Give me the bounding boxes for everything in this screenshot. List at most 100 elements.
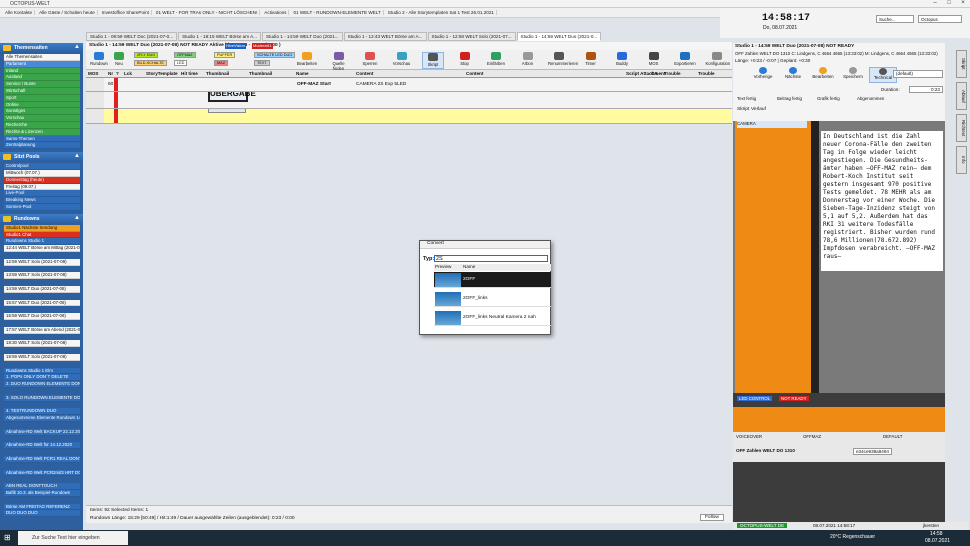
column-header-14[interactable]: Trouble [698,71,715,76]
toolbar-timer-button[interactable]: Timer [580,52,602,69]
nav-item[interactable]: 15:57 WELT Duo (2021-07-08) [4,299,80,307]
nav-item[interactable]: Live-Pool [4,190,80,198]
bookmark-4[interactable]: Activations [262,10,290,15]
column-header-5[interactable]: Hit time [181,71,198,76]
tab-2[interactable]: Studio 1 - 14:59 WELT Duo (2021... [261,32,343,41]
bookmark-1[interactable]: Alle Gäste / Schalten heute [37,10,98,15]
weather-widget[interactable]: 20°C Regenschauer [830,534,875,540]
tab-4[interactable]: Studio 1 - 12:58 WELT Solo (2021-07... [427,32,516,41]
toolbar-exportieren-button[interactable]: Exportieren [674,52,696,69]
nav-item[interactable]: 12:44 WELT Börse am Mittag (2021-07-08) [4,245,80,252]
chevron-up-icon[interactable]: ▲ [74,153,80,159]
vorherige-button[interactable]: Vorherige [749,67,777,83]
toolbar-neu-button[interactable]: Neu [108,52,130,69]
nav-item[interactable]: Rundowns Studio 1 Elm [4,367,80,375]
maximize-icon[interactable]: □ [942,0,956,6]
column-header-4[interactable]: StoryTemplate [146,71,178,76]
nav-item[interactable]: Abnahme-RD Welt PCR2mit3 HRT DONTTOUCH [4,469,80,477]
side-tab-skript[interactable]: Skript [956,50,967,78]
toolbar-mos-button[interactable]: MOS [643,52,665,69]
nav-item[interactable]: 4. TESTRUNDOWN DUO [4,408,80,416]
nav-item[interactable]: Service / Bunte [4,81,80,88]
column-header-11[interactable]: Script Attachment [626,71,665,76]
nav-item[interactable]: ABN REAL DONTTOUCH [4,483,80,490]
bookmark-5[interactable]: 01 WELT - RUNDOWN-ELEMENTE WELT [291,10,384,15]
flag-6[interactable]: MAZ [214,60,229,66]
bookmark-2[interactable]: Investoffice SharePoint [100,10,152,15]
flag-5[interactable]: LED [174,60,188,66]
column-header-13[interactable]: Trouble [664,71,681,76]
convert-option[interactable]: 2OFF_links [434,291,551,307]
column-header-7[interactable]: Thumbnail [249,71,272,76]
column-header-8[interactable]: Name [296,71,309,76]
nav-item[interactable]: Bafilt 10.3. als Beispiel-Rundown [4,490,80,497]
toolbar-konfiguration-button[interactable]: Konfiguration [706,52,730,69]
column-header-0[interactable]: MOS [88,71,98,76]
nav-item[interactable]: Wirtschaft [4,88,80,95]
nav-item[interactable]: 1. POPs ONLY DON´T DELETE [4,374,80,382]
taskbar-search-input[interactable]: Zur Suche Text hier eingeben [18,531,128,545]
history-tab[interactable]: Verlauf [751,107,766,112]
nav-item[interactable]: 14:59 WELT Duo (2021-07-08) [4,286,80,293]
nav-item[interactable]: Rechte & Lizenzen [4,128,80,136]
script-text[interactable]: In Deutschland ist die Zahl neuer Corona… [821,131,943,271]
flag-3[interactable]: SCHALTE LED DUO [254,52,296,58]
nav-item[interactable]: 12:59 WELT Solo (2021-07-08) [4,258,80,266]
nav-item[interactable]: 16:59 WELT Duo (2021-07-08) [4,313,80,320]
convert-option[interactable]: 2OFF_links Neutral Kamera 2 nah [434,310,551,326]
nav-item[interactable]: Inland [4,67,80,75]
user-select[interactable]: Octopus [918,15,962,23]
nav-item[interactable]: Sams-Themen [4,135,80,143]
nav-item[interactable]: Online [4,101,80,109]
side-tab-richtext[interactable]: Richtext [956,114,967,142]
flag-1[interactable]: OFFMAZ [174,52,196,58]
chevron-up-icon[interactable]: ▲ [74,44,80,50]
tab-3[interactable]: Studio 1 - 12:43 WELT Börse am A... [343,32,427,41]
toolbar-stop-button[interactable]: Stop [454,52,476,69]
nav-item[interactable]: Abnahme-RD Welt für 14.12.2020 [4,442,80,450]
nav-item[interactable]: Parlament [4,60,80,68]
duration-field[interactable]: 0:23 [909,86,943,93]
tab-1[interactable]: Studio 1 - 18:15 WELT Börse am A... [178,32,261,41]
tab-5[interactable]: Studio 1 - 14:59 WELT Duo (2021-0... [516,32,602,41]
nav-item[interactable]: Abgesommene Elemente Rundown 14.01. [4,415,80,422]
nächste-button[interactable]: Nächste [779,67,807,83]
nav-item[interactable]: Zentralplanung [4,142,80,150]
flag-2[interactable]: PUFFER [214,52,236,58]
nav-item[interactable]: Rundowns Studio 1 [4,238,80,246]
nav-item[interactable]: Alle Themensaiten [4,54,80,61]
toolbar-sperren-button[interactable]: Sperren [359,52,381,69]
bearbeiten-button[interactable]: Bearbeiten [809,67,837,83]
nav-item[interactable]: 18:30 WELT Solo (2021-07-08) [4,340,80,348]
bookmark-6[interactable]: Studio 2 - Alle Storytemplates Sat 1 Tes… [386,10,497,15]
nav-item[interactable]: Sonstiges [4,108,80,116]
toolbar-quelle-finden-button[interactable]: Quelle finden [328,52,350,71]
tab-0[interactable]: Studio 1 - 09:59 WELT Doc (2021-07-0... [86,32,178,41]
toolbar-bearbeiten-button[interactable]: Bearbeiten [296,52,318,69]
toolbar-skript-button[interactable]: Skript [422,52,444,69]
check-0[interactable]: Text fertig [737,96,756,101]
nav-item[interactable]: Recherche [4,122,80,129]
nav-item[interactable]: Abnahme-RD Welt PCR1 REAL DONTTOUCH [4,456,80,463]
column-header-10[interactable]: Content [466,71,483,76]
nav-item[interactable]: 3. SOLO RUNDOWN ELEMENTE DON´T DELETE [4,394,80,402]
toolbar-buddy-button[interactable]: Buddy [611,52,633,69]
chevron-up-icon[interactable]: ▲ [74,215,80,221]
section-section2[interactable]: Sitzt Pools ▲ [0,152,83,163]
section-section3[interactable]: Rundowns ▲ [0,213,83,224]
flag-0[interactable]: 2FLY DUO [134,52,159,58]
table-row[interactable]: 60 OFF-MAZ Start CAMERA 2S Exp 5LED [86,78,732,92]
check-3[interactable]: Abgenommen [857,96,884,101]
nav-item[interactable]: Sonnen-Pool [4,204,80,211]
type-input[interactable]: 2S [434,255,548,262]
nav-item[interactable]: 13:59 WELT Solo (2021-07-08) [4,272,80,280]
toolbar-arbon-button[interactable]: Arbon [517,52,539,69]
side-tab-info[interactable]: Info [956,146,967,174]
column-header-1[interactable]: Nr [108,71,113,76]
speichern-button[interactable]: Speichern [839,67,867,83]
check-2[interactable]: Grafik fertig [817,96,840,101]
column-header-9[interactable]: Content [356,71,373,76]
toolbar-einfärben-button[interactable]: Einfärben [485,52,507,69]
toolbar-rundown-button[interactable]: Rundown [88,52,110,69]
side-tab-ablauf[interactable]: Ablauf [956,82,967,110]
